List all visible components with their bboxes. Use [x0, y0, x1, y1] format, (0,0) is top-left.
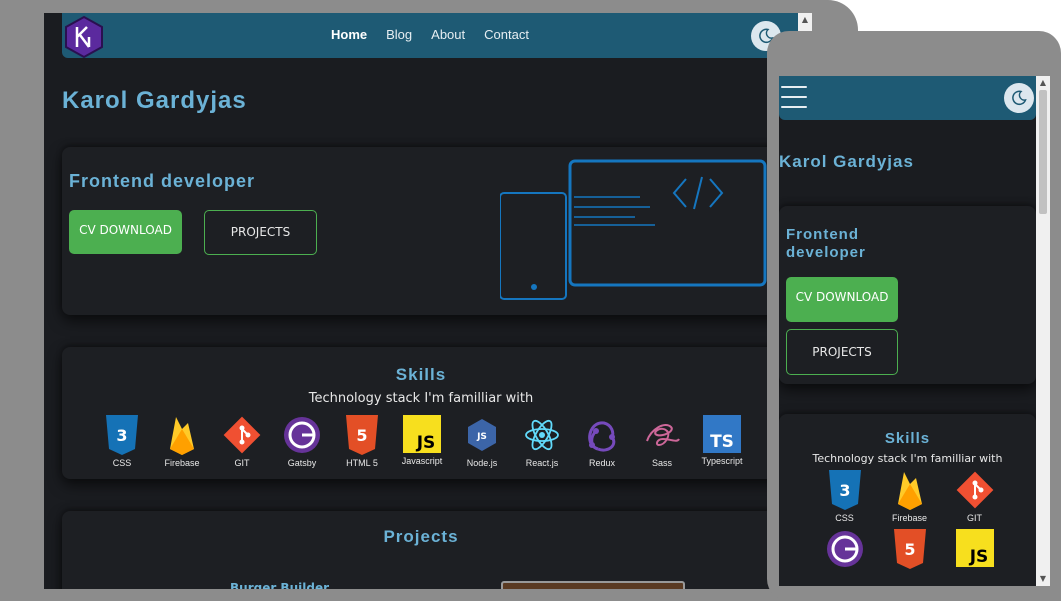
firebase-icon — [897, 472, 922, 510]
skills-subtitle: Technology stack I'm familliar with — [308, 391, 534, 406]
hamburger-menu-icon[interactable] — [781, 86, 807, 108]
javascript-icon: JS — [955, 529, 994, 567]
skills-heading: Skills — [395, 365, 447, 384]
scrollbar-thumb[interactable] — [1039, 90, 1047, 214]
skill-item: Gatsby — [272, 415, 332, 468]
svg-text:5: 5 — [356, 426, 367, 445]
html5-icon: 5 — [893, 529, 926, 569]
mobile-device-frame: Karol Gardyjas Frontend developer CV DOW… — [767, 31, 1061, 601]
desktop-navbar: Home Blog About Contact — [62, 13, 798, 59]
svg-text:TS: TS — [710, 432, 734, 452]
scroll-up-arrow[interactable]: ▲ — [798, 13, 812, 27]
typescript-icon: TS — [703, 415, 741, 453]
mobile-hero-card: Frontend developer CV DOWNLOAD PROJECTS — [779, 206, 1036, 384]
role-heading: Frontend developer — [69, 171, 256, 191]
hexagon-logo-icon[interactable] — [62, 15, 106, 59]
nav-home[interactable]: Home — [331, 27, 367, 42]
page-title: Karol Gardyjas — [62, 87, 247, 114]
desktop-device-frame: Home Blog About Contact Karol Gardyjas F… — [0, 0, 858, 601]
nav-blog[interactable]: Blog — [386, 27, 412, 42]
skill-item: Sass — [632, 415, 692, 468]
projects-button[interactable]: PROJECTS — [204, 210, 317, 255]
html5-icon: 5 — [346, 415, 378, 455]
mobile-screen: Karol Gardyjas Frontend developer CV DOW… — [779, 76, 1036, 586]
scroll-up-arrow[interactable]: ▲ — [1036, 76, 1050, 90]
mobile-skills-card: Skills Technology stack I'm familliar wi… — [779, 414, 1036, 586]
mobile-page-title: Karol Gardyjas — [779, 152, 914, 171]
mobile-cv-download-button[interactable]: CV DOWNLOAD — [786, 277, 898, 322]
skill-item: Redux — [572, 415, 632, 468]
scroll-down-arrow[interactable]: ▼ — [1036, 572, 1050, 586]
git-icon — [223, 416, 261, 454]
nav-contact[interactable]: Contact — [484, 27, 529, 42]
moon-icon — [1012, 90, 1027, 106]
mobile-role-heading: Frontend developer — [786, 226, 866, 261]
project-thumbnail[interactable] — [501, 581, 685, 589]
skill-item: 5 — [877, 529, 942, 569]
svg-text:JS: JS — [416, 433, 436, 453]
skill-item — [812, 529, 877, 569]
svg-text:3: 3 — [116, 426, 127, 445]
mobile-skills-heading: Skills — [884, 430, 931, 447]
mobile-skills-list: 3 CSS Firebase GIT 5 JS — [812, 470, 1012, 569]
git-icon — [956, 471, 993, 509]
desktop-screen: Home Blog About Contact Karol Gardyjas F… — [44, 13, 798, 589]
gatsby-icon — [826, 531, 863, 567]
skill-item: Firebase — [877, 470, 942, 523]
skill-item: GIT — [212, 415, 272, 468]
nav-links: Home Blog About Contact — [331, 27, 529, 42]
hero-card: Frontend developer CV DOWNLOAD PROJECTS — [62, 147, 798, 315]
react-icon — [525, 419, 559, 451]
mobile-skills-subtitle: Technology stack I'm familliar with — [812, 452, 1003, 465]
svg-text:5: 5 — [904, 540, 915, 559]
mobile-projects-button[interactable]: PROJECTS — [786, 329, 898, 375]
css3-icon: 3 — [828, 470, 861, 510]
svg-text:JS: JS — [476, 432, 487, 442]
skill-item: GIT — [942, 470, 1007, 523]
redux-icon — [588, 421, 616, 452]
mobile-theme-toggle-button[interactable] — [1004, 83, 1034, 113]
project-title[interactable]: Burger Builder — [230, 581, 329, 589]
javascript-icon: JS — [403, 415, 441, 453]
skill-item: JS — [942, 529, 1007, 569]
svg-text:3: 3 — [839, 481, 850, 500]
skills-list: 3 CSS Firebase GIT Gatsby 5 HTML 5 JS Ja… — [92, 415, 752, 468]
projects-card: Projects Burger Builder — [62, 511, 798, 589]
nav-about[interactable]: About — [431, 27, 465, 42]
cv-download-button[interactable]: CV DOWNLOAD — [69, 210, 182, 254]
skill-item: TS Typescript — [692, 415, 752, 468]
skill-item: Firebase — [152, 415, 212, 468]
devices-illustration-icon — [500, 159, 767, 300]
mobile-navbar — [779, 76, 1036, 120]
skill-item: JS Node.js — [452, 415, 512, 468]
projects-heading: Projects — [383, 527, 459, 546]
skill-item: 3 CSS — [812, 470, 877, 523]
css3-icon: 3 — [106, 415, 138, 455]
skill-item: 5 HTML 5 — [332, 415, 392, 468]
svg-text:JS: JS — [968, 547, 988, 567]
nodejs-icon: JS — [468, 419, 496, 451]
skill-item: 3 CSS — [92, 415, 152, 468]
skill-item: JS Javascript — [392, 415, 452, 468]
sass-icon — [646, 423, 680, 447]
gatsby-icon — [284, 417, 320, 453]
firebase-icon — [170, 417, 194, 455]
mobile-scrollbar[interactable]: ▲ ▼ — [1036, 76, 1050, 586]
skills-card: Skills Technology stack I'm familliar wi… — [62, 347, 798, 479]
skill-item: React.js — [512, 415, 572, 468]
